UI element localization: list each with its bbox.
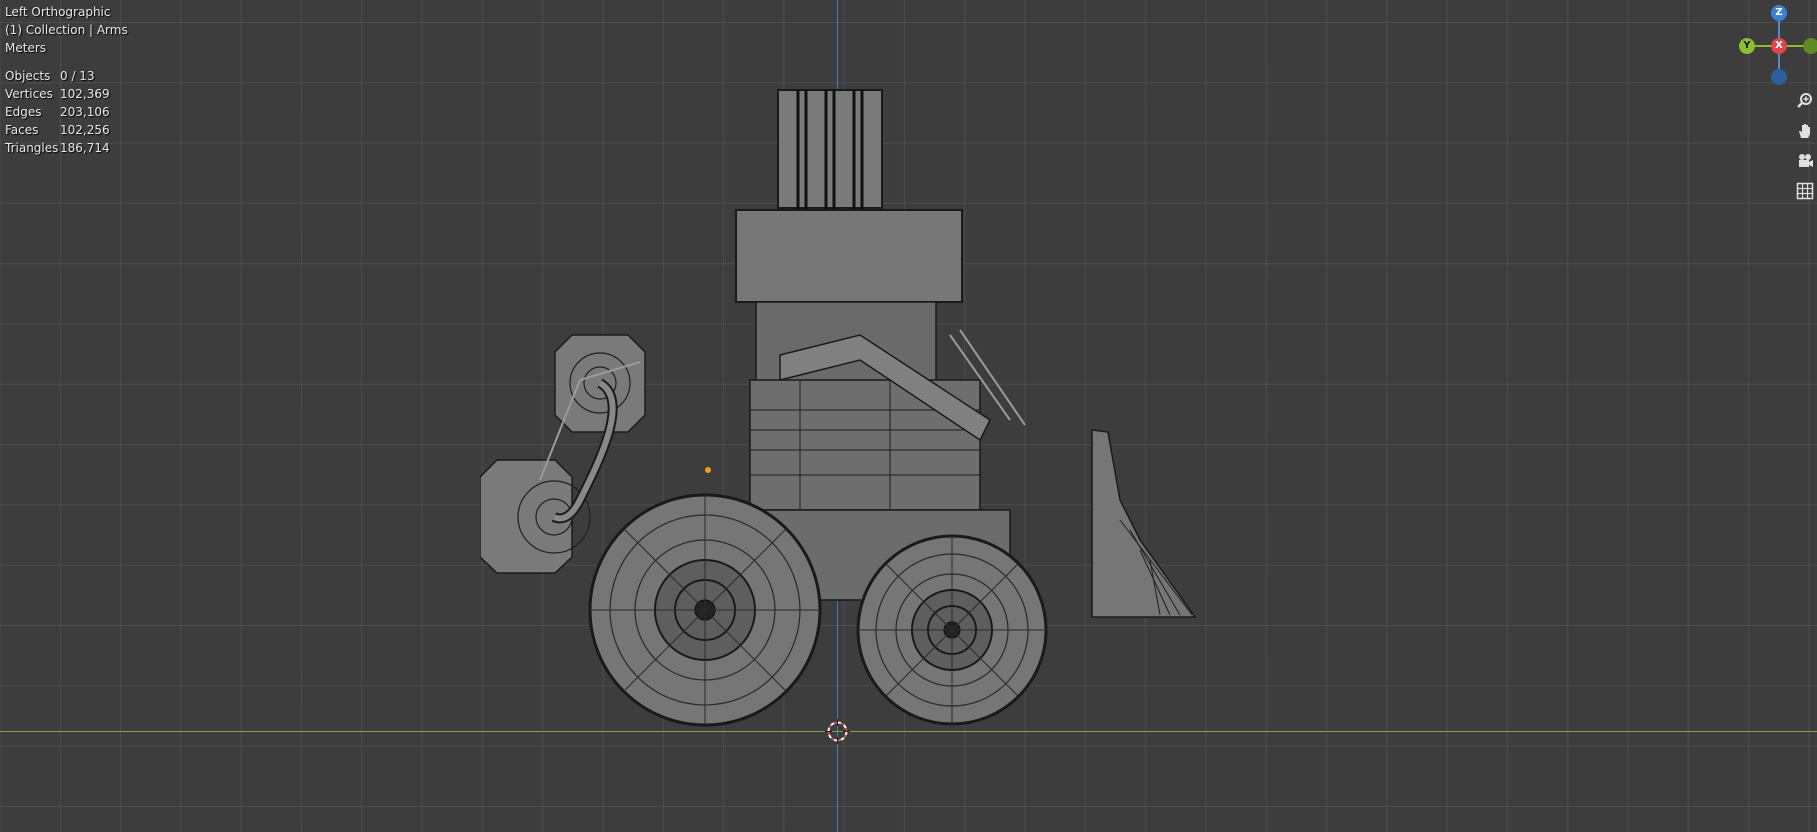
gizmo-z-axis[interactable]: Z [1771,5,1787,21]
camera-button[interactable] [1794,150,1816,172]
stat-row-faces: Faces 102,256 [5,121,128,139]
front-blade [1091,429,1197,618]
pan-button[interactable] [1794,120,1816,142]
upper-box [735,209,963,303]
viewport-info-overlay: Left Orthographic (1) Collection | Arms … [5,3,128,157]
view-name: Left Orthographic [5,5,111,19]
hand-icon [1799,124,1810,138]
gizmo-y-axis[interactable]: Y [1739,38,1755,54]
stat-label: Triangles [5,141,59,155]
3d-cursor-icon [825,719,850,744]
stat-value: 186,714 [60,141,110,155]
3d-viewport[interactable]: Left Orthographic (1) Collection | Arms … [0,0,1817,832]
gizmo-x-axis[interactable]: X [1771,38,1787,54]
scene-statistics: Objects 0 / 13 Vertices 102,369 Edges 20… [5,67,128,157]
stat-label: Edges [5,105,42,119]
gizmo-z-neg-axis[interactable] [1771,69,1787,85]
stat-value: 102,369 [60,87,110,101]
stat-row-vertices: Vertices 102,369 [5,85,128,103]
stat-value: 102,256 [60,123,110,137]
wireframe-loader-model[interactable] [480,80,1200,740]
top-box [777,89,883,209]
stat-label: Vertices [5,87,53,101]
gizmo-y-neg-axis[interactable] [1803,38,1817,54]
zoom-icon [1797,93,1812,108]
stat-row-objects: Objects 0 / 13 [5,67,128,85]
stat-row-triangles: Triangles 186,714 [5,139,128,157]
origin-point [705,467,711,473]
grid-icon [1796,182,1814,200]
zoom-button[interactable] [1794,90,1816,112]
units-label: Meters [5,41,47,55]
navigation-gizmo[interactable]: Z Y X [1735,0,1817,90]
stat-value: 0 / 13 [60,69,95,83]
stat-label: Faces [5,123,39,137]
stat-row-edges: Edges 203,106 [5,103,128,121]
collection-label: (1) Collection | Arms [5,23,128,37]
camera-icon [1799,154,1813,167]
stat-label: Objects [5,69,51,83]
grid-toggle-button[interactable] [1794,180,1816,202]
stat-value: 203,106 [60,105,110,119]
